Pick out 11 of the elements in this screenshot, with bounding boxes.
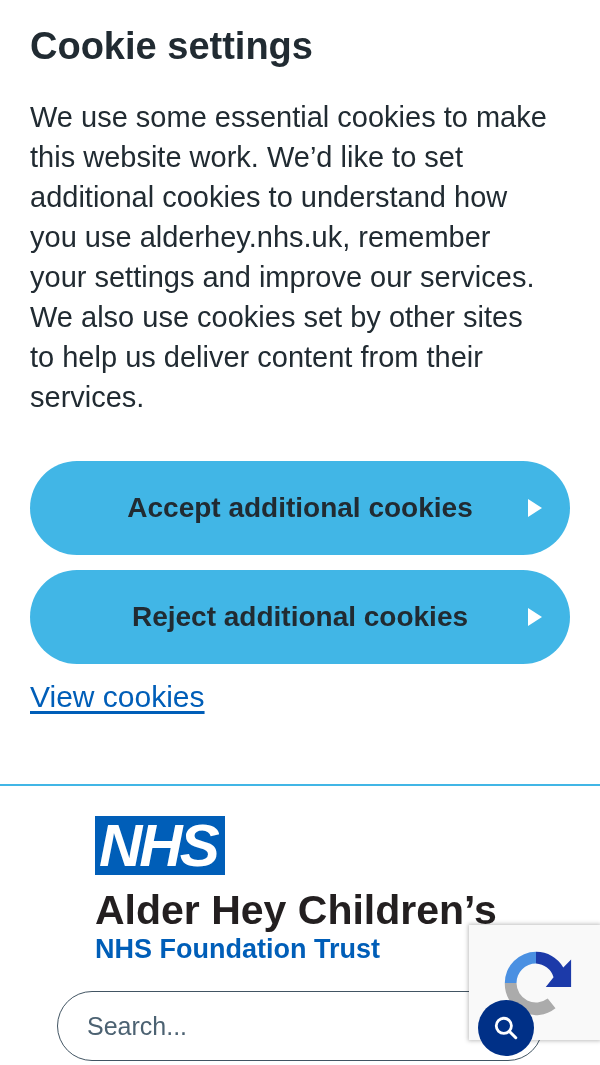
cookie-description: We use some essential cookies to make this website work. We’d like to set additional cookies to understand how you use alderhey.nhs.uk, remember your settings and improve our services. We also use cookies set by other sites to help us deliver content from their services. [30, 100, 548, 415]
organisation-name: Alder Hey Children’s [95, 888, 497, 932]
organisation-subtitle: NHS Foundation Trust [95, 934, 380, 964]
view-cookies-link[interactable]: View cookies [30, 677, 205, 717]
triangle-right-icon [528, 608, 542, 626]
triangle-right-icon [528, 499, 542, 517]
cookie-title: Cookie settings [30, 24, 314, 68]
cookie-button[interactable]: Reject additional cookies [30, 570, 570, 664]
cookie-button[interactable]: Accept additional cookies [30, 461, 570, 555]
search-icon [493, 1015, 519, 1041]
logo-mark[interactable]: NHS [95, 816, 225, 875]
